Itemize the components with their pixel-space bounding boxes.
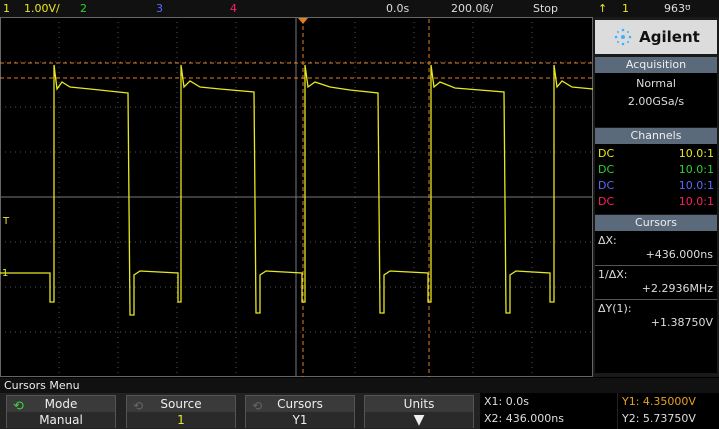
time-offset: 0.0s [386, 2, 410, 15]
x1-readout: X1: 0.0s [484, 395, 529, 408]
delta-y-label: ΔY(1): [598, 302, 632, 315]
channel-row-3: DC 10.0:1 [598, 179, 714, 192]
acquisition-rate: 2.00GSa/s [627, 95, 685, 108]
status-bar: 1 1.00V/ 2 3 4 0.0s 200.0ß/ Stop ↑ 1 963… [0, 0, 719, 17]
run-status: Stop [533, 2, 559, 15]
brand-name: Agilent [639, 28, 700, 46]
ch4-indicator: 4 [230, 2, 237, 15]
ch1-scale: 1.00V/ [24, 2, 60, 15]
mode-softkey[interactable]: ⟲ Mode Manual [6, 395, 116, 428]
y2-readout: Y2: 5.73750V [622, 412, 696, 425]
source-label: Source [160, 397, 202, 411]
trigger-level-marker: T [3, 216, 10, 227]
delta-x-value: +436.000ns [645, 248, 713, 261]
y1-readout: Y1: 4.35000V [622, 395, 696, 408]
inverse-delta-x-label: 1/ΔX: [598, 268, 628, 281]
side-panel: Agilent Acquisition Normal 2.00GSa/s Cha… [593, 17, 719, 377]
ch1-indicator: 1 [3, 2, 10, 15]
ch3-indicator: 3 [156, 2, 163, 15]
delta-x-label: ΔX: [598, 234, 617, 247]
cursors-value: Y1 [246, 412, 354, 428]
trigger-channel: 1 [622, 2, 629, 15]
trigger-edge-icon: ↑ [598, 2, 608, 15]
rotate-icon: ⟲ [133, 399, 144, 413]
source-value: 1 [127, 412, 235, 428]
cursors-title: Cursors [595, 215, 717, 231]
acquisition-mode: Normal [636, 77, 676, 90]
channel-row-1: DC 10.0:1 [598, 147, 714, 160]
mode-value: Manual [7, 412, 115, 428]
waveform-graticule [0, 17, 594, 377]
channels-panel: Channels DC 10.0:1 DC 10.0:1 DC 10.0:1 DC 10… [595, 128, 717, 214]
inverse-delta-x-value: +2.2936MHz [641, 282, 713, 295]
cursors-label: Cursors [277, 397, 323, 411]
channel-row-2: DC 10.0:1 [598, 163, 714, 176]
delta-y-value: +1.38750V [650, 316, 713, 329]
waveform-display[interactable]: T 1 [0, 17, 594, 377]
acquisition-title: Acquisition [595, 57, 717, 73]
ch1-ground-marker: 1 [2, 268, 9, 279]
brand-logo: Agilent [595, 20, 717, 54]
cursors-panel: Cursors ΔX: +436.000ns 1/ΔX: +2.2936MHz … [595, 215, 717, 373]
acquisition-panel: Acquisition Normal 2.00GSa/s [595, 57, 717, 127]
units-label: Units [403, 397, 435, 411]
menu-title: Cursors Menu [0, 378, 719, 393]
units-softkey[interactable]: Units ▼ [364, 395, 474, 428]
rotate-icon: ⟲ [13, 399, 24, 414]
ch2-indicator: 2 [80, 2, 87, 15]
trigger-level: 963 [664, 2, 685, 15]
trigger-unit-icon: ʊ [685, 3, 691, 13]
channel-row-4: DC 10.0:1 [598, 195, 714, 208]
rotate-icon: ⟲ [252, 399, 263, 413]
submenu-arrow-icon: ▼ [365, 412, 473, 428]
cursors-softkey[interactable]: ⟲ Cursors Y1 [245, 395, 355, 428]
channels-title: Channels [595, 128, 717, 144]
agilent-spark-icon [614, 28, 632, 46]
trigger-position-marker [298, 18, 308, 24]
y-cursor-readout: Y1: 4.35000V Y2: 5.73750V [618, 393, 719, 429]
x-cursor-readout: X1: 0.0s X2: 436.000ns [480, 393, 617, 429]
source-softkey[interactable]: ⟲ Source 1 [126, 395, 236, 428]
x2-readout: X2: 436.000ns [484, 412, 564, 425]
time-scale: 200.0ß/ [451, 2, 494, 15]
